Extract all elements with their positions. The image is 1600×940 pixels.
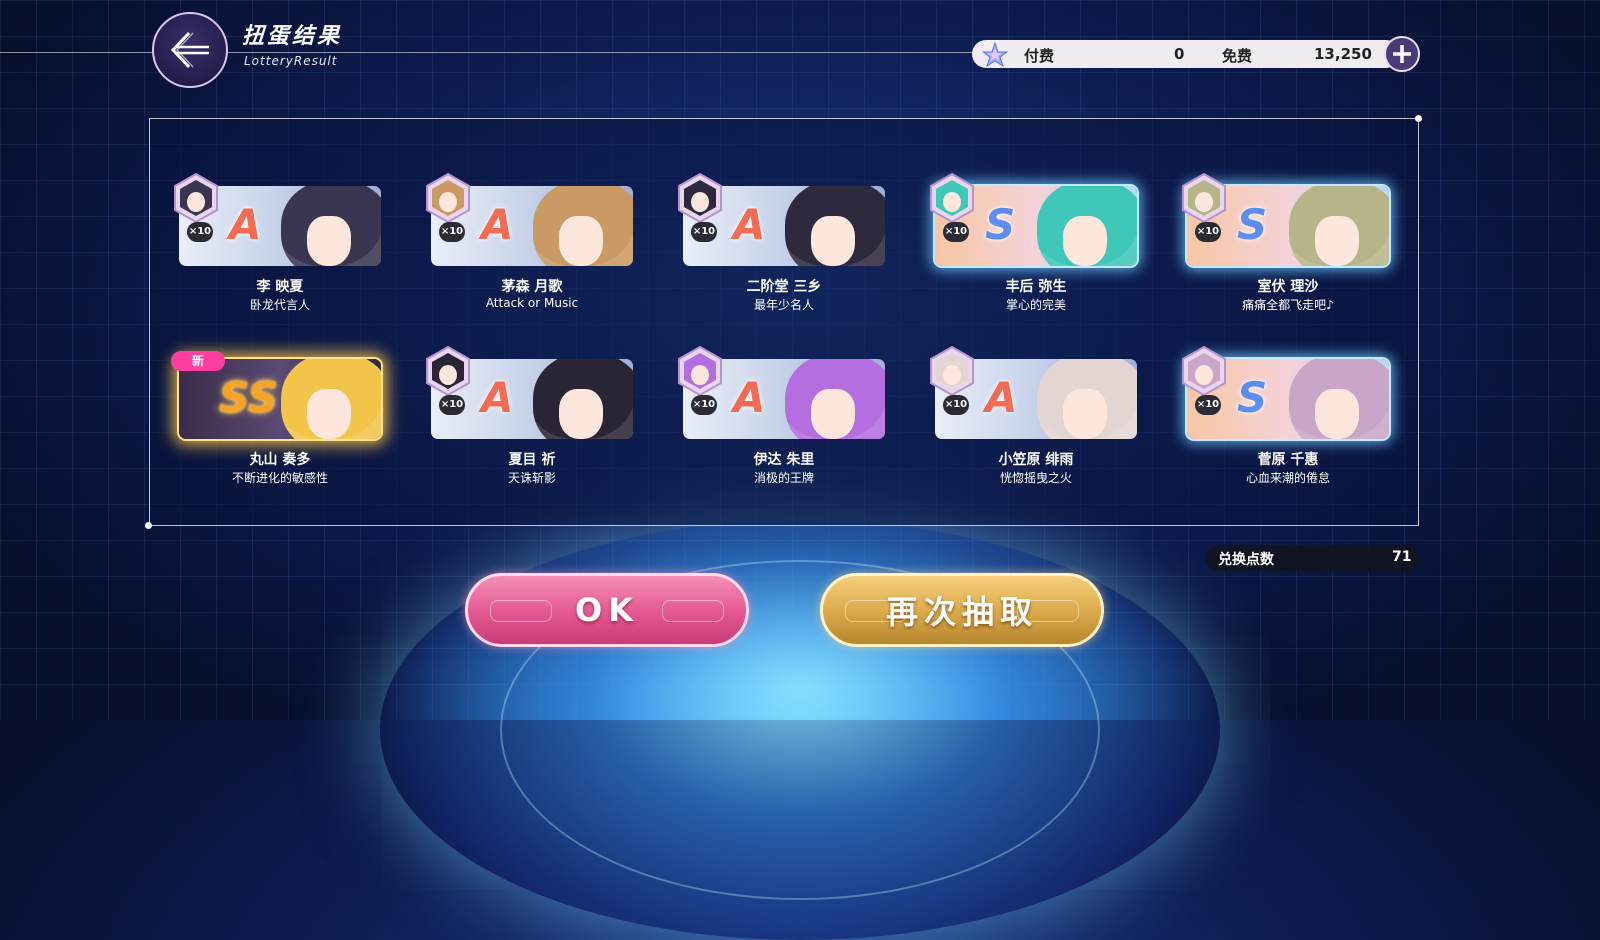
currency-bar: 付费 0 免费 13,250 bbox=[972, 40, 1400, 68]
result-card[interactable]: A ×10 bbox=[678, 172, 885, 266]
character-epithet: 心血来潮的倦怠 bbox=[1245, 471, 1330, 485]
character-portrait bbox=[559, 389, 603, 439]
star-gem-icon bbox=[982, 42, 1008, 68]
result-card[interactable]: A ×10 bbox=[426, 345, 633, 439]
character-portrait bbox=[307, 216, 351, 266]
character-portrait bbox=[811, 389, 855, 439]
duplicate-count-badge: ×10 bbox=[439, 222, 465, 242]
character-hex-icon bbox=[1182, 345, 1226, 397]
character-portrait bbox=[1063, 216, 1107, 266]
character-hex-icon bbox=[678, 345, 722, 397]
character-name: 李 映夏 bbox=[256, 279, 304, 295]
duplicate-count-badge: ×10 bbox=[1195, 395, 1221, 415]
result-card[interactable]: A ×10 bbox=[174, 172, 381, 266]
page-title: 扭蛋结果 bbox=[242, 24, 343, 49]
plus-icon bbox=[1393, 45, 1411, 63]
result-card[interactable]: S ×10 bbox=[1182, 345, 1389, 439]
duplicate-count-badge: ×10 bbox=[691, 395, 717, 415]
character-hex-icon bbox=[678, 172, 722, 224]
rank-label: A bbox=[733, 200, 766, 249]
exchange-points: 兑换点数 71 bbox=[1206, 545, 1420, 571]
character-hex-icon bbox=[426, 345, 470, 397]
exchange-points-label: 兑换点数 bbox=[1218, 552, 1274, 568]
rank-label: A bbox=[733, 373, 766, 422]
duplicate-count-badge: ×10 bbox=[943, 395, 969, 415]
character-name: 小笠原 绯雨 bbox=[998, 452, 1074, 468]
character-name: 菅原 千惠 bbox=[1257, 452, 1319, 468]
rank-label: A bbox=[481, 200, 514, 249]
rank-label: S bbox=[985, 200, 1016, 249]
back-arrow-icon bbox=[170, 31, 209, 69]
rank-label: S bbox=[1237, 200, 1268, 249]
result-card[interactable]: SS 新 bbox=[171, 351, 381, 439]
paid-label: 付费 bbox=[1024, 47, 1055, 65]
character-epithet: 天诛斩影 bbox=[507, 471, 556, 485]
character-epithet: 不断进化的敏感性 bbox=[231, 471, 328, 485]
character-portrait bbox=[559, 216, 603, 266]
character-portrait bbox=[1063, 389, 1107, 439]
result-card[interactable]: S ×10 bbox=[930, 172, 1137, 266]
rank-label: S bbox=[1237, 373, 1268, 422]
back-button[interactable] bbox=[152, 12, 228, 88]
character-hex-icon bbox=[930, 172, 974, 224]
character-epithet: 痛痛全都飞走吧♪ bbox=[1242, 298, 1334, 312]
character-portrait bbox=[811, 216, 855, 266]
draw-again-button-label: 再次抽取 bbox=[885, 593, 1038, 631]
rank-label: A bbox=[985, 373, 1018, 422]
character-portrait bbox=[307, 389, 351, 439]
rank-label: SS bbox=[219, 373, 279, 422]
character-name: 丸山 奏多 bbox=[249, 452, 311, 468]
ok-button[interactable]: OK bbox=[465, 573, 749, 647]
draw-again-button[interactable]: 再次抽取 bbox=[820, 573, 1104, 647]
duplicate-count-badge: ×10 bbox=[691, 222, 717, 242]
character-hex-icon bbox=[174, 172, 218, 224]
result-card[interactable]: A ×10 bbox=[930, 345, 1137, 439]
character-portrait bbox=[1315, 389, 1359, 439]
exchange-points-value: 71 bbox=[1392, 549, 1412, 565]
rank-label: A bbox=[229, 200, 262, 249]
character-epithet: 卧龙代言人 bbox=[249, 298, 310, 312]
character-hex-icon bbox=[930, 345, 974, 397]
header-divider bbox=[0, 52, 1000, 53]
rank-label: A bbox=[481, 373, 514, 422]
panel-corner-dot bbox=[145, 522, 152, 529]
duplicate-count-badge: ×10 bbox=[187, 222, 213, 242]
character-hex-icon bbox=[1182, 172, 1226, 224]
result-card[interactable]: A ×10 bbox=[426, 172, 633, 266]
button-decoration bbox=[845, 600, 907, 622]
character-epithet: Attack or Music bbox=[485, 296, 579, 310]
new-badge: 新 bbox=[171, 351, 225, 371]
free-value: 13,250 bbox=[1314, 45, 1372, 63]
result-card[interactable]: A ×10 bbox=[678, 345, 885, 439]
character-name: 室伏 理沙 bbox=[1257, 279, 1319, 295]
character-epithet: 消极的王牌 bbox=[753, 471, 814, 485]
character-name: 伊达 朱里 bbox=[753, 452, 815, 468]
page-subtitle: LotteryResult bbox=[244, 54, 338, 68]
panel-corner-dot bbox=[1415, 115, 1422, 122]
character-name: 丰后 弥生 bbox=[1005, 279, 1067, 295]
character-portrait bbox=[1315, 216, 1359, 266]
result-card[interactable]: S ×10 bbox=[1182, 172, 1389, 266]
button-decoration bbox=[662, 600, 724, 622]
paid-value: 0 bbox=[1174, 45, 1185, 63]
character-hex-icon bbox=[426, 172, 470, 224]
button-decoration bbox=[490, 600, 552, 622]
duplicate-count-badge: ×10 bbox=[943, 222, 969, 242]
character-name: 夏目 祈 bbox=[508, 452, 556, 468]
duplicate-count-badge: ×10 bbox=[439, 395, 465, 415]
character-art bbox=[179, 359, 381, 439]
character-name: 二阶堂 三乡 bbox=[746, 279, 822, 295]
duplicate-count-badge: ×10 bbox=[1195, 222, 1221, 242]
add-currency-button[interactable] bbox=[1384, 36, 1420, 72]
button-decoration bbox=[1017, 600, 1079, 622]
character-epithet: 恍惚摇曳之火 bbox=[999, 471, 1072, 485]
ok-button-label: OK bbox=[575, 591, 639, 629]
free-label: 免费 bbox=[1222, 47, 1253, 65]
character-epithet: 掌心的完美 bbox=[1005, 298, 1066, 312]
character-epithet: 最年少名人 bbox=[753, 298, 814, 312]
character-name: 茅森 月歌 bbox=[501, 279, 563, 295]
